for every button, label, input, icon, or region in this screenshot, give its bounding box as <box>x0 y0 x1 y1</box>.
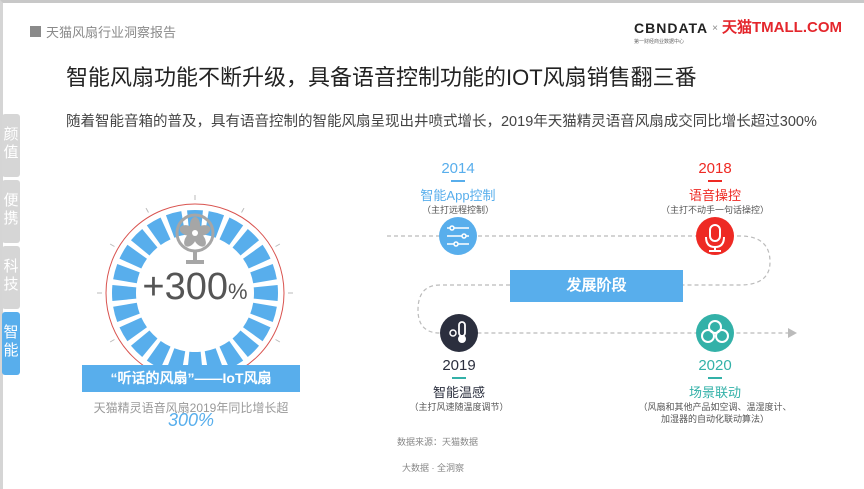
node-label: 语音操控 <box>688 188 741 203</box>
node-label: 场景联动 <box>688 385 741 400</box>
thermometer-icon <box>440 314 478 352</box>
cloud-sync-icon <box>696 314 734 352</box>
node-year: 2014 <box>441 160 475 177</box>
divider <box>451 180 465 182</box>
divider <box>708 377 722 379</box>
node-note: （风扇和其他产品如空调、温湿度计、加湿器的自动化联动算法） <box>638 402 792 424</box>
node-label: 智能App控制 <box>420 188 496 203</box>
data-source: 数据来源：天猫数据 <box>397 437 479 447</box>
node-note: （主打风速随温度调节） <box>409 402 509 412</box>
node-year: 2020 <box>698 357 732 374</box>
node-note: （主打不动手一句话操控） <box>660 205 769 215</box>
timeline-node-2020: 2020 场景联动 （风扇和其他产品如空调、温湿度计、加湿器的自动化联动算法） <box>635 357 795 425</box>
divider <box>452 377 466 379</box>
footer-slogan: 大数据 · 全洞察 <box>402 463 464 473</box>
sliders-icon <box>439 217 477 255</box>
microphone-icon <box>696 217 734 255</box>
timeline-node-2018: 2018 语音操控 （主打不动手一句话操控） <box>615 160 815 216</box>
node-label: 智能温感 <box>432 385 485 400</box>
node-note: （主打远程控制） <box>421 205 494 215</box>
timeline-node-2019: 2019 智能温感 （主打风速随温度调节） <box>359 357 559 413</box>
node-year: 2019 <box>442 357 476 374</box>
timeline-node-2014: 2014 智能App控制 （主打远程控制） <box>358 160 558 216</box>
divider <box>708 180 722 182</box>
stage-label: 发展阶段 <box>510 270 683 302</box>
node-year: 2018 <box>698 160 732 177</box>
